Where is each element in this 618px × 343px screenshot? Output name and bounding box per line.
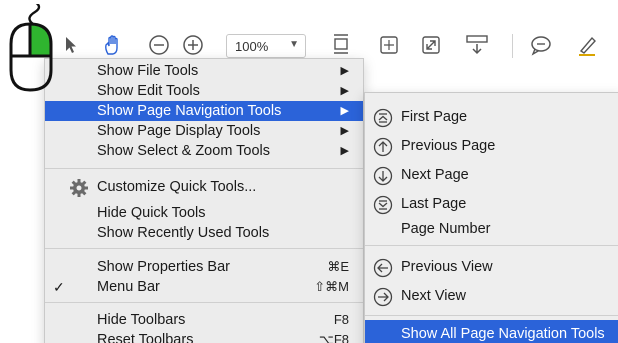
zoom-value: 100% (235, 38, 269, 54)
full-screen-icon[interactable] (418, 32, 444, 58)
menu-separator (45, 168, 363, 169)
quick-tools-toolbar: 100% ▼ (0, 0, 618, 62)
menu-separator (45, 248, 363, 249)
zoom-level-select[interactable]: 100% ▼ (226, 34, 306, 58)
submenu-arrow-icon: ▶ (340, 125, 349, 137)
comment-icon[interactable] (528, 32, 554, 58)
previous-page-icon (373, 137, 393, 157)
shortcut-label: F8 (333, 312, 349, 327)
submenu-item-next-page[interactable]: Next Page (365, 161, 618, 189)
menu-separator (365, 315, 618, 316)
menu-item-show-page-display-tools[interactable]: Show Page Display Tools ▶ (45, 121, 363, 141)
menu-item-reset-toolbars[interactable]: Reset Toolbars ⌥F8 (45, 330, 363, 343)
hand-icon[interactable] (100, 32, 126, 58)
next-page-icon (373, 166, 393, 186)
previous-view-icon (373, 258, 393, 278)
submenu-item-page-number[interactable]: Page Number (365, 215, 618, 243)
menu-item-hide-quick-tools[interactable]: Hide Quick Tools (45, 203, 363, 223)
zoom-out-icon[interactable] (146, 32, 172, 58)
shortcut-label: ⌥F8 (318, 332, 349, 343)
menu-item-show-edit-tools[interactable]: Show Edit Tools ▶ (45, 81, 363, 101)
submenu-item-next-view[interactable]: Next View (365, 282, 618, 310)
highlight-pen-icon[interactable] (574, 32, 600, 58)
fit-page-icon[interactable] (328, 32, 354, 58)
submenu-item-first-page[interactable]: First Page (365, 103, 618, 131)
menu-item-hide-toolbars[interactable]: Hide Toolbars F8 (45, 310, 363, 330)
rotate-icon[interactable] (376, 32, 402, 58)
menu-item-show-properties-bar[interactable]: Show Properties Bar ⌘E (45, 257, 363, 277)
scroll-mode-icon[interactable] (464, 32, 490, 58)
mouse-left-click-icon (9, 4, 53, 92)
checkmark-icon: ✓ (53, 279, 65, 295)
submenu-arrow-icon: ▶ (340, 145, 349, 157)
submenu-item-show-all-page-navigation-tools[interactable]: Show All Page Navigation Tools (365, 320, 618, 343)
menu-item-menu-bar[interactable]: ✓ Menu Bar ⇧⌘M (45, 277, 363, 297)
menu-separator (45, 302, 363, 303)
menu-separator (365, 245, 618, 246)
shortcut-label: ⌘E (327, 259, 349, 274)
page-navigation-tools-submenu: First Page Previous Page Next Page Last … (364, 92, 618, 343)
select-arrow-icon[interactable] (58, 32, 84, 58)
menu-item-customize-quick-tools[interactable]: Customize Quick Tools... (45, 177, 363, 197)
menu-item-show-recently-used-tools[interactable]: Show Recently Used Tools (45, 223, 363, 243)
zoom-in-icon[interactable] (180, 32, 206, 58)
last-page-icon (373, 195, 393, 215)
submenu-item-previous-view[interactable]: Previous View (365, 253, 618, 281)
submenu-arrow-icon: ▶ (340, 105, 349, 117)
submenu-arrow-icon: ▶ (340, 65, 349, 77)
submenu-item-previous-page[interactable]: Previous Page (365, 132, 618, 160)
next-view-icon (373, 287, 393, 307)
submenu-arrow-icon: ▶ (340, 85, 349, 97)
view-toolbars-menu: Show File Tools ▶ Show Edit Tools ▶ Show… (44, 58, 364, 343)
shortcut-label: ⇧⌘M (314, 279, 349, 294)
submenu-item-last-page[interactable]: Last Page (365, 190, 618, 218)
chevron-down-icon: ▼ (289, 39, 299, 50)
menu-item-show-select-zoom-tools[interactable]: Show Select & Zoom Tools ▶ (45, 141, 363, 161)
first-page-icon (373, 108, 393, 128)
menu-item-show-file-tools[interactable]: Show File Tools ▶ (45, 61, 363, 81)
toolbar-divider (512, 34, 513, 58)
gear-icon (70, 179, 88, 197)
menu-item-show-page-navigation-tools[interactable]: Show Page Navigation Tools ▶ (45, 101, 363, 121)
